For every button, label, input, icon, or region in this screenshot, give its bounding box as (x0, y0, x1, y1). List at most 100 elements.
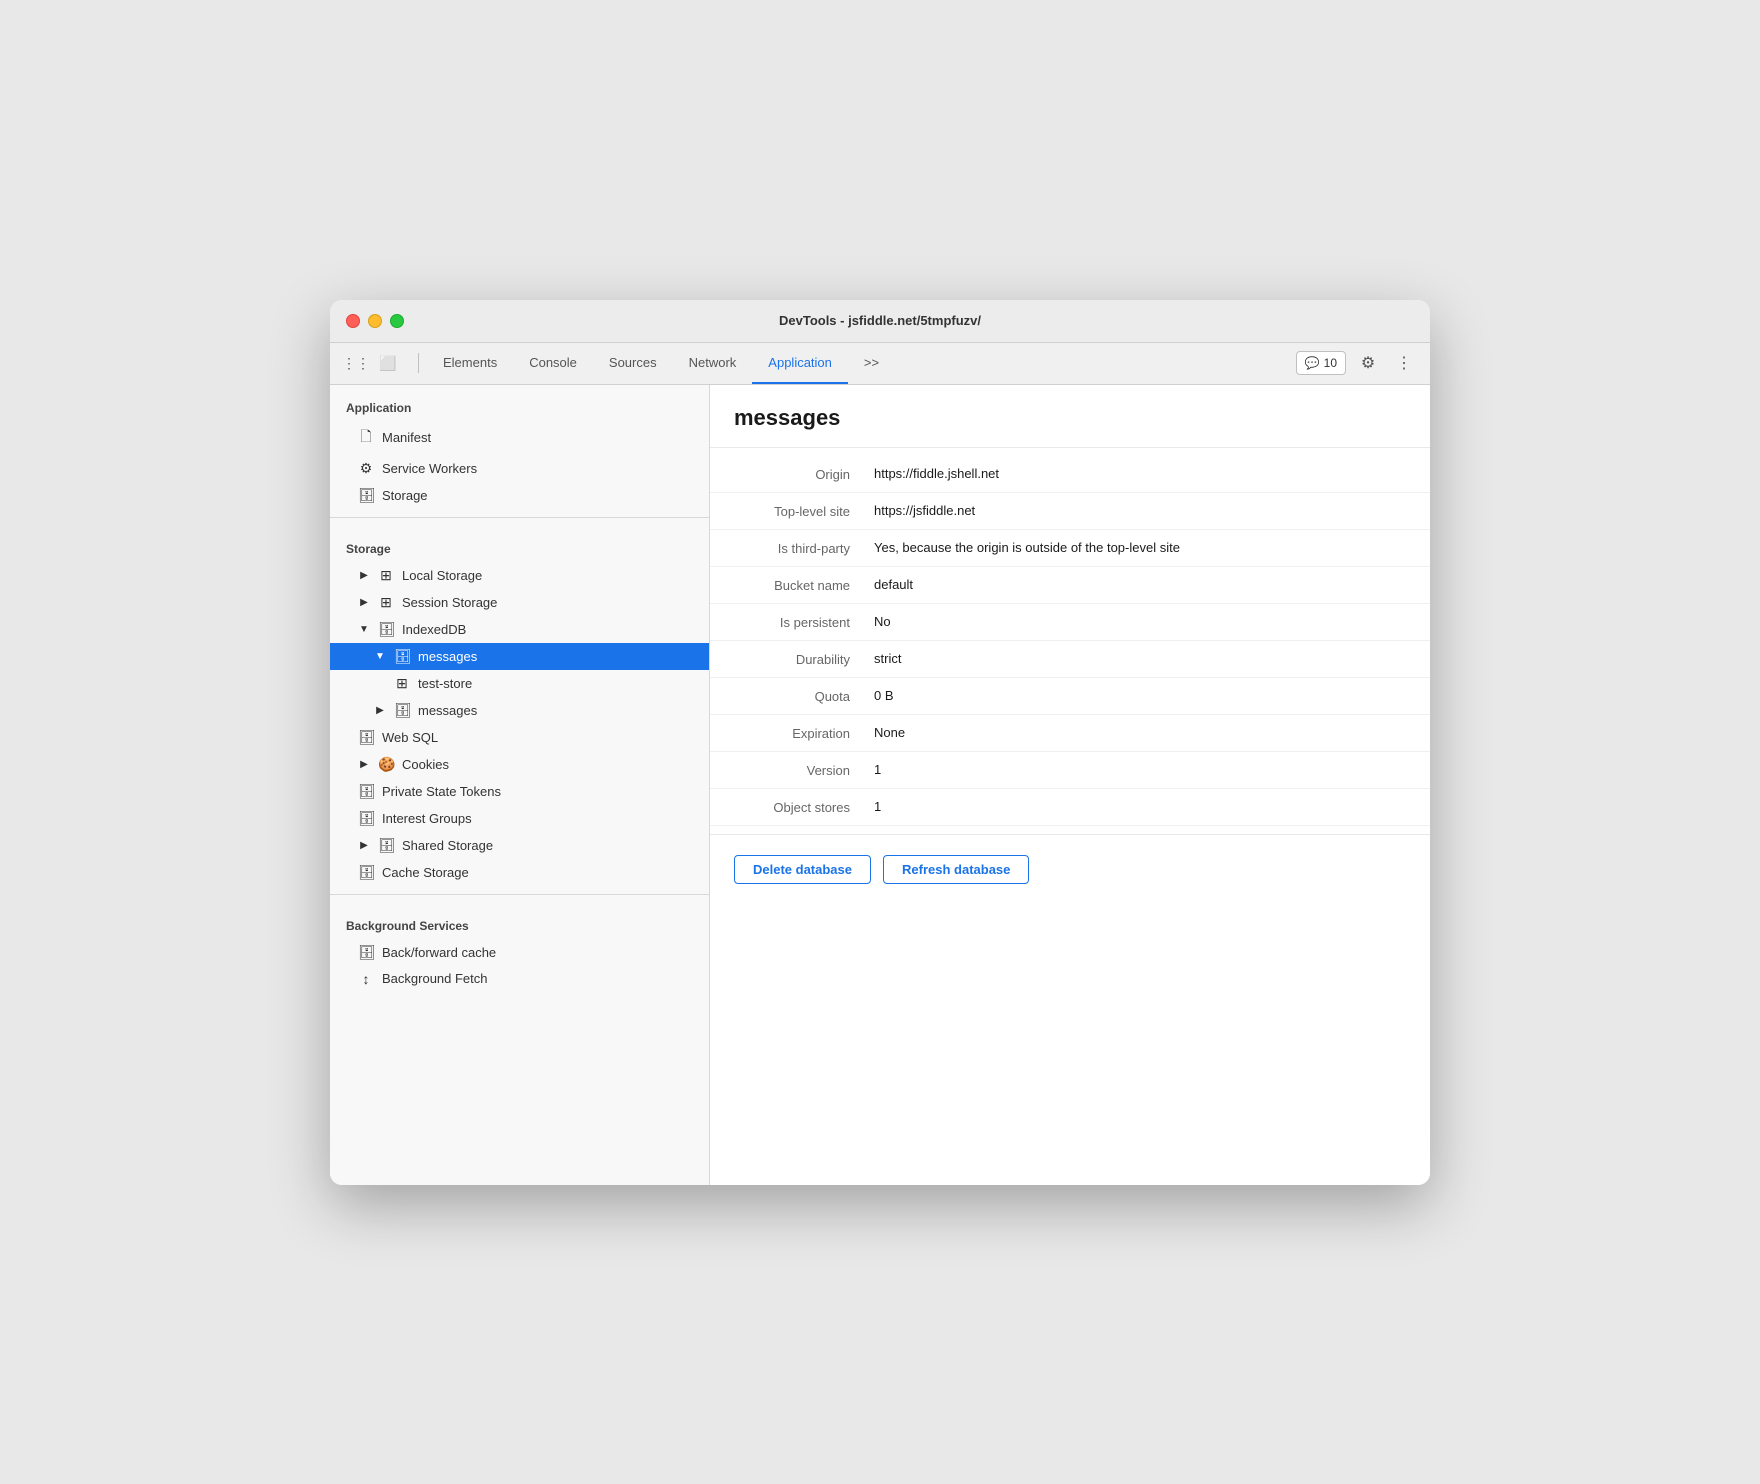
cache-icon: 🗄 (358, 944, 374, 961)
sidebar-item-cookies[interactable]: ▶ 🍪 Cookies (330, 751, 709, 778)
chevron-down-icon: ▼ (358, 624, 370, 635)
detail-title: messages (710, 385, 1430, 448)
sidebar-item-service-workers[interactable]: ⚙ Service Workers (330, 455, 709, 482)
devtools-window: DevTools - jsfiddle.net/5tmpfuzv/ ⋮⋮ ⬜ E… (330, 300, 1430, 1185)
sidebar-item-label: Manifest (382, 430, 431, 445)
value-object-stores: 1 (874, 799, 1406, 814)
action-bar: Delete database Refresh database (710, 834, 1430, 904)
sidebar-item-shared-storage[interactable]: ▶ 🗄 Shared Storage (330, 832, 709, 859)
detail-row-origin: Origin https://fiddle.jshell.net (710, 456, 1430, 493)
section-application: Application (330, 385, 709, 421)
label-third-party: Is third-party (734, 540, 874, 556)
divider-2 (330, 894, 709, 895)
sidebar-item-local-storage[interactable]: ▶ ⊞ Local Storage (330, 562, 709, 589)
detail-row-durability: Durability strict (710, 641, 1430, 678)
title-bar: DevTools - jsfiddle.net/5tmpfuzv/ (330, 300, 1430, 343)
sidebar-item-label: Back/forward cache (382, 945, 496, 960)
database-icon: 🗄 (358, 810, 374, 827)
sidebar-item-messages-db2[interactable]: ▶ 🗄 messages (330, 697, 709, 724)
sidebar-item-background-fetch[interactable]: ↕ Background Fetch (330, 966, 709, 992)
sidebar-item-label: Shared Storage (402, 838, 493, 853)
detail-row-bucket-name: Bucket name default (710, 567, 1430, 604)
chevron-right-icon: ▶ (358, 570, 370, 581)
sidebar-item-private-state-tokens[interactable]: 🗄 Private State Tokens (330, 778, 709, 805)
sidebar-item-messages-db[interactable]: ▼ 🗄 messages (330, 643, 709, 670)
table-icon: ⊞ (394, 675, 410, 692)
label-origin: Origin (734, 466, 874, 482)
label-bucket-name: Bucket name (734, 577, 874, 593)
sidebar-item-label: Web SQL (382, 730, 438, 745)
select-element-icon[interactable]: ⋮⋮ (342, 349, 370, 377)
label-quota: Quota (734, 688, 874, 704)
refresh-database-button[interactable]: Refresh database (883, 855, 1029, 884)
tab-sources[interactable]: Sources (593, 342, 673, 384)
sidebar-item-label: test-store (418, 676, 472, 691)
sidebar-item-manifest[interactable]: 🗋 Manifest (330, 421, 709, 455)
close-button[interactable] (346, 314, 360, 328)
database-icon: 🗄 (358, 729, 374, 746)
cookie-icon: 🍪 (378, 756, 394, 773)
tab-application[interactable]: Application (752, 342, 848, 384)
sidebar-item-session-storage[interactable]: ▶ ⊞ Session Storage (330, 589, 709, 616)
detail-table: Origin https://fiddle.jshell.net Top-lev… (710, 448, 1430, 834)
minimize-button[interactable] (368, 314, 382, 328)
tab-network[interactable]: Network (673, 342, 753, 384)
sidebar-item-label: Private State Tokens (382, 784, 501, 799)
window-title: DevTools - jsfiddle.net/5tmpfuzv/ (779, 313, 981, 328)
value-origin: https://fiddle.jshell.net (874, 466, 1406, 481)
sidebar-item-label: messages (418, 703, 477, 718)
tab-more[interactable]: >> (848, 342, 895, 384)
sidebar-item-test-store[interactable]: ⊞ test-store (330, 670, 709, 697)
sidebar-item-storage-app[interactable]: 🗄 Storage (330, 482, 709, 509)
value-bucket-name: default (874, 577, 1406, 592)
chevron-right-icon: ▶ (358, 597, 370, 608)
sidebar-item-web-sql[interactable]: 🗄 Web SQL (330, 724, 709, 751)
device-toggle-icon[interactable]: ⬜ (374, 349, 402, 377)
divider-1 (330, 517, 709, 518)
chevron-right-icon: ▶ (374, 705, 386, 716)
value-expiration: None (874, 725, 1406, 740)
notification-icon: 💬 (1305, 356, 1320, 370)
maximize-button[interactable] (390, 314, 404, 328)
value-version: 1 (874, 762, 1406, 777)
delete-database-button[interactable]: Delete database (734, 855, 871, 884)
sidebar-item-back-forward-cache[interactable]: 🗄 Back/forward cache (330, 939, 709, 966)
settings-button[interactable]: ⚙ (1354, 349, 1382, 377)
detail-row-object-stores: Object stores 1 (710, 789, 1430, 826)
detail-row-expiration: Expiration None (710, 715, 1430, 752)
detail-row-persistent: Is persistent No (710, 604, 1430, 641)
tab-elements[interactable]: Elements (427, 342, 513, 384)
notification-button[interactable]: 💬 10 (1296, 351, 1346, 375)
label-top-level-site: Top-level site (734, 503, 874, 519)
database-icon: 🗄 (378, 837, 394, 854)
sidebar-item-interest-groups[interactable]: 🗄 Interest Groups (330, 805, 709, 832)
table-icon: ⊞ (378, 567, 394, 584)
sidebar-item-label: messages (418, 649, 477, 664)
sidebar-item-label: Interest Groups (382, 811, 472, 826)
value-top-level-site: https://jsfiddle.net (874, 503, 1406, 518)
sidebar-item-indexeddb[interactable]: ▼ 🗄 IndexedDB (330, 616, 709, 643)
tab-console[interactable]: Console (513, 342, 593, 384)
toolbar-divider (418, 353, 419, 373)
chevron-right-icon: ▶ (358, 759, 370, 770)
more-button[interactable]: ⋮ (1390, 349, 1418, 377)
database-icon: 🗄 (394, 702, 410, 719)
sidebar-item-cache-storage[interactable]: 🗄 Cache Storage (330, 859, 709, 886)
notification-count: 10 (1324, 356, 1337, 370)
chevron-right-icon: ▶ (358, 840, 370, 851)
database-icon: 🗄 (378, 621, 394, 638)
sidebar-item-label: Cookies (402, 757, 449, 772)
sidebar-item-label: Background Fetch (382, 971, 488, 986)
main-content: Application 🗋 Manifest ⚙ Service Workers… (330, 385, 1430, 1185)
value-persistent: No (874, 614, 1406, 629)
sidebar-item-label: Local Storage (402, 568, 482, 583)
section-background: Background Services (330, 903, 709, 939)
detail-row-top-level-site: Top-level site https://jsfiddle.net (710, 493, 1430, 530)
section-storage: Storage (330, 526, 709, 562)
document-icon: 🗋 (358, 426, 374, 450)
detail-panel: messages Origin https://fiddle.jshell.ne… (710, 385, 1430, 1185)
chevron-down-icon: ▼ (374, 651, 386, 662)
sidebar-item-label: Cache Storage (382, 865, 469, 880)
database-icon: 🗄 (394, 648, 410, 665)
sidebar-item-label: IndexedDB (402, 622, 466, 637)
